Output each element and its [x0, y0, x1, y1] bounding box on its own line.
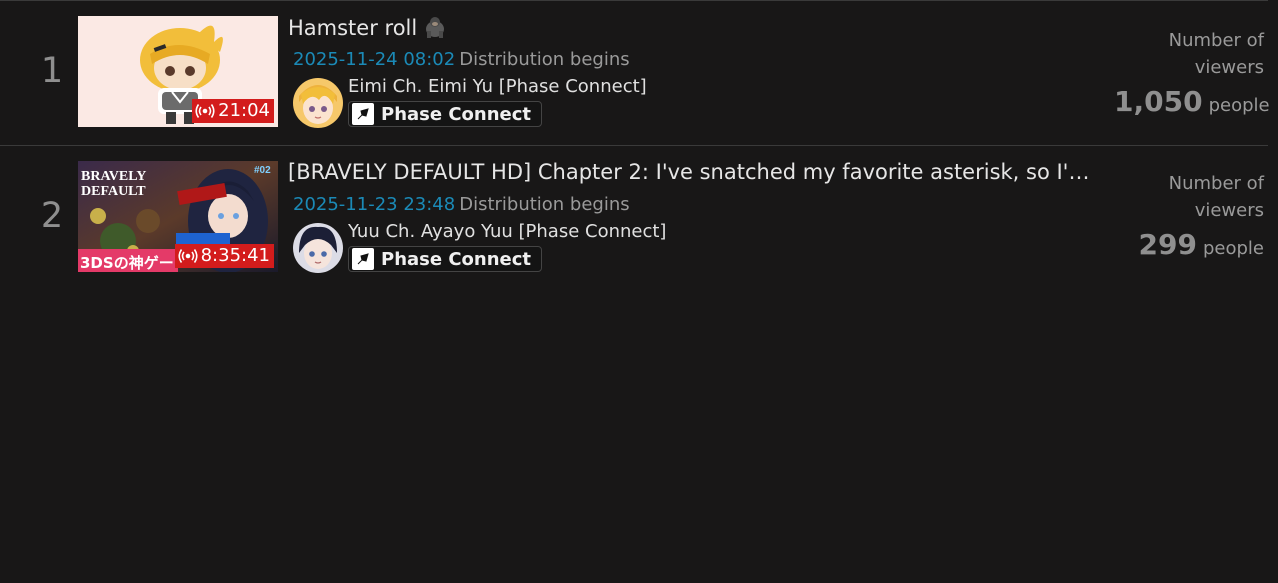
- viewers-unit: people: [1202, 238, 1264, 259]
- viewer-count-block: Number of viewers 1,050 people: [1114, 27, 1270, 118]
- stream-date: 2025-11-24 08:02: [293, 49, 456, 70]
- viewers-count: 1,050: [1114, 85, 1203, 118]
- viewers-count-line: 299 people: [1114, 228, 1264, 261]
- stream-date-suffix: Distribution begins: [459, 194, 630, 215]
- live-duration-badge: 8:35:41: [174, 244, 274, 268]
- stream-schedule: 2025-11-24 08:02 Distribution begins: [293, 49, 630, 70]
- stream-title[interactable]: [BRAVELY DEFAULT HD] Chapter 2: I've sna…: [288, 160, 1098, 184]
- viewers-count: 299: [1138, 228, 1197, 261]
- group-badge[interactable]: Phase Connect: [348, 101, 543, 127]
- thumbnail-logo-line2: DEFAULT: [81, 184, 146, 199]
- viewers-count-line: 1,050 people: [1114, 85, 1270, 118]
- thumbnail-logo-line1: BRAVELY: [81, 169, 146, 184]
- stream-title-text: Hamster roll: [288, 16, 418, 40]
- stream-list: 1 21:04 Hamster roll 2025-11-24 08:02 Di…: [0, 0, 1270, 287]
- channel-avatar[interactable]: [293, 78, 343, 128]
- stream-row[interactable]: 1 21:04 Hamster roll 2025-11-24 08:02 Di…: [0, 0, 1270, 145]
- viewers-label: Number of viewers: [1168, 30, 1264, 78]
- phase-connect-logo-icon: [352, 248, 374, 270]
- group-name: Phase Connect: [381, 103, 532, 125]
- gorilla-emoji-icon: [426, 17, 445, 38]
- group-name: Phase Connect: [381, 248, 532, 270]
- channel-avatar[interactable]: [293, 223, 343, 273]
- live-broadcast-icon: [195, 104, 215, 118]
- stream-title[interactable]: Hamster roll: [288, 15, 1098, 40]
- duration-text: 21:04: [218, 100, 270, 121]
- thumbnail-banner-text: 3DSの神ゲー: [80, 254, 174, 272]
- thumbnail-episode-tag: #02: [254, 165, 271, 176]
- phase-connect-logo-icon: [352, 103, 374, 125]
- viewers-label: Number of viewers: [1168, 173, 1264, 221]
- viewer-count-block: Number of viewers 299 people: [1114, 170, 1264, 261]
- channel-name[interactable]: Yuu Ch. Ayayo Yuu [Phase Connect]: [348, 221, 666, 242]
- live-broadcast-icon: [178, 249, 198, 263]
- stream-schedule: 2025-11-23 23:48 Distribution begins: [293, 194, 630, 215]
- avatar-image-ayayo: [293, 223, 343, 273]
- stream-thumbnail[interactable]: BRAVELY DEFAULT #02 3DSの神ゲー 8:35:41: [78, 161, 278, 272]
- stream-thumbnail[interactable]: 21:04: [78, 16, 278, 127]
- channel-name[interactable]: Eimi Ch. Eimi Yu [Phase Connect]: [348, 76, 647, 97]
- stream-title-text: [BRAVELY DEFAULT HD] Chapter 2: I've sna…: [288, 160, 1098, 184]
- viewers-unit: people: [1208, 95, 1270, 116]
- duration-text: 8:35:41: [200, 245, 270, 266]
- rank-number: 1: [40, 51, 64, 91]
- stream-date-suffix: Distribution begins: [459, 49, 630, 70]
- stream-row[interactable]: 2 BRAVELY DEFAULT #02 3DSの神ゲー 8:35:41 [B…: [0, 145, 1268, 287]
- live-duration-badge: 21:04: [192, 99, 274, 123]
- group-badge[interactable]: Phase Connect: [348, 246, 543, 272]
- stream-date: 2025-11-23 23:48: [293, 194, 456, 215]
- avatar-image-eimi: [293, 78, 343, 128]
- rank-number: 2: [40, 196, 64, 236]
